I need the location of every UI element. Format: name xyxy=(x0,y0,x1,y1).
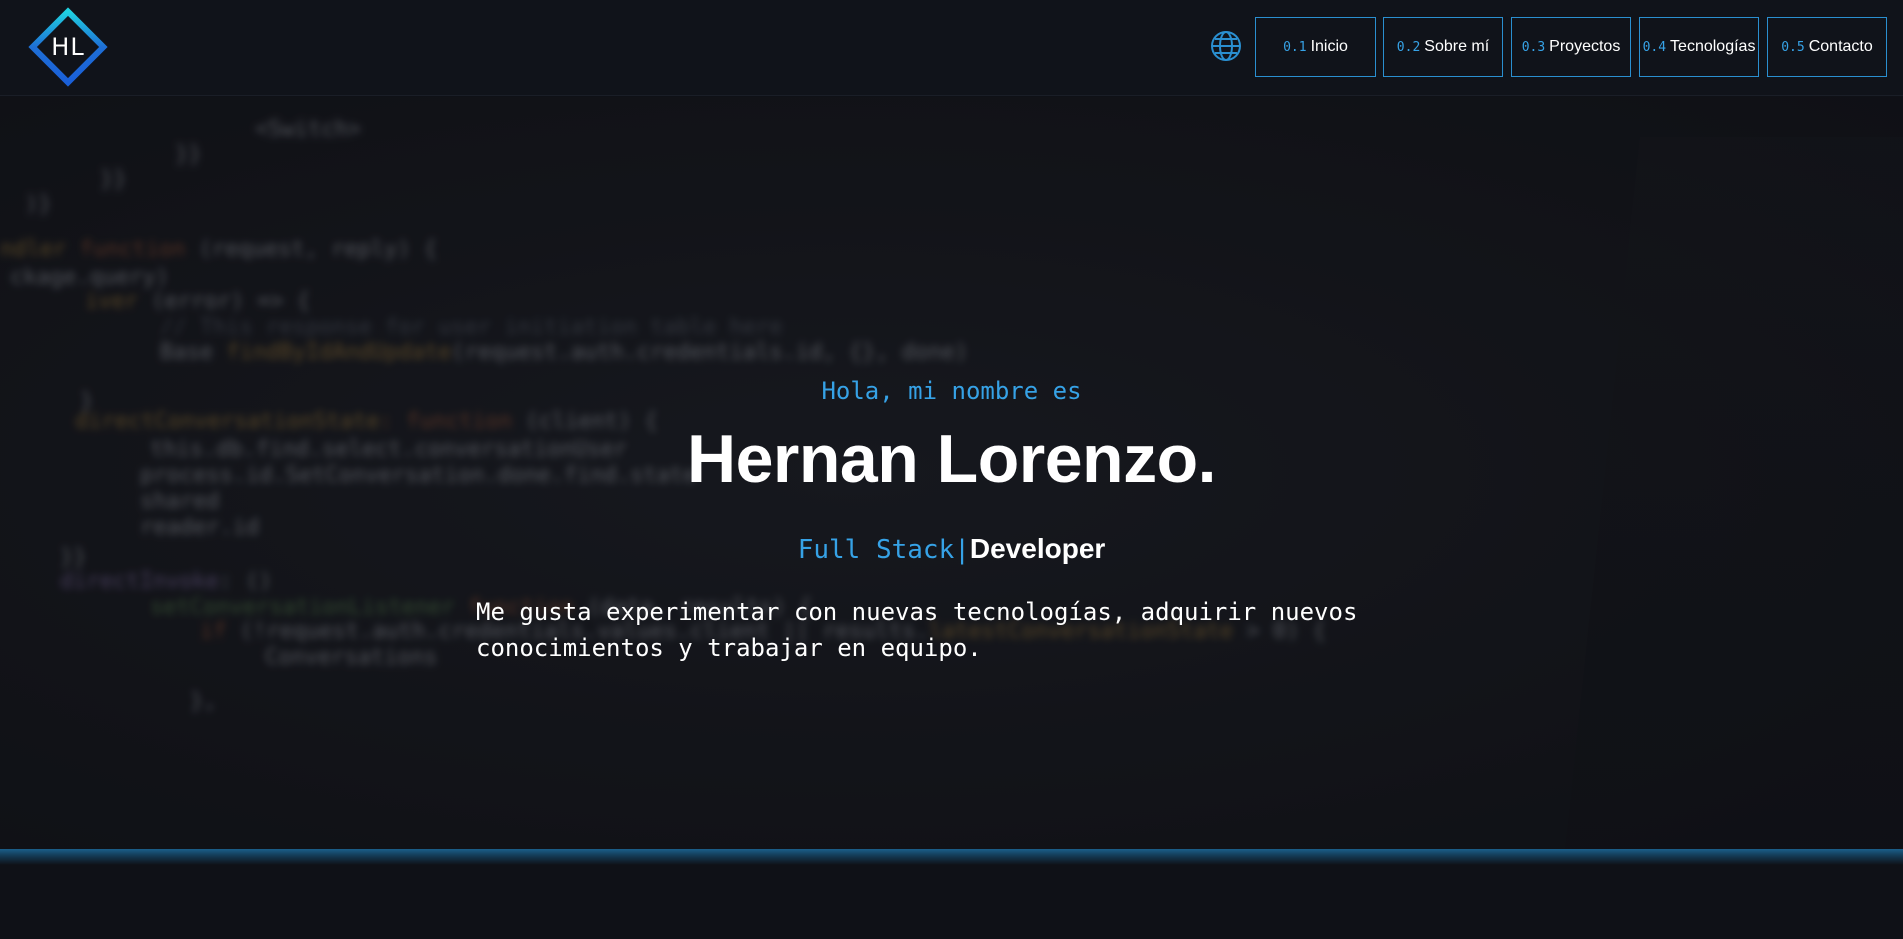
nav-item-number: 0.4 xyxy=(1642,39,1667,55)
bio-line: conocimientos y trabajar en equipo. xyxy=(476,634,982,662)
role-main: Developer xyxy=(969,533,1106,564)
site-header: HL 0.1 Inicio 0.2 Sobre mí 0.3 Proyectos… xyxy=(0,0,1903,96)
nav-item-label: Inicio xyxy=(1310,38,1348,55)
bio-line: Me gusta experimentar con nuevas tecnolo… xyxy=(476,598,1358,626)
logo[interactable]: HL xyxy=(23,2,113,92)
nav-item-number: 0.5 xyxy=(1781,39,1805,55)
hero-name: Hernan Lorenzo. xyxy=(687,421,1217,497)
next-section xyxy=(0,865,1903,939)
nav-item-number: 0.3 xyxy=(1521,39,1546,55)
nav-item-sobre-mi[interactable]: 0.2 Sobre mí xyxy=(1383,17,1503,77)
hero-bio: Me gusta experimentar con nuevas tecnolo… xyxy=(476,594,1436,666)
nav-item-number: 0.2 xyxy=(1396,39,1421,55)
nav-item-number: 0.1 xyxy=(1283,39,1307,55)
page: HL 0.1 Inicio 0.2 Sobre mí 0.3 Proyectos… xyxy=(0,0,1903,939)
hero-greeting: Hola, mi nombre es xyxy=(821,377,1082,405)
nav-item-contacto[interactable]: 0.5 Contacto xyxy=(1767,17,1887,77)
nav-item-label: Sobre mí xyxy=(1424,38,1490,55)
typing-cursor: | xyxy=(954,535,970,565)
nav-item-label: Contacto xyxy=(1808,38,1873,55)
nav-item-label: Tecnologías xyxy=(1670,38,1756,55)
nav-item-tecnologias[interactable]: 0.4 Tecnologías xyxy=(1639,17,1759,77)
role-prefix: Full Stack xyxy=(797,535,955,565)
logo-text: HL xyxy=(51,33,85,61)
nav-item-label: Proyectos xyxy=(1549,38,1621,55)
hero-role: Full Stack|Developer xyxy=(0,533,1903,565)
section-divider-band xyxy=(0,849,1903,865)
nav-item-proyectos[interactable]: 0.3 Proyectos xyxy=(1511,17,1631,77)
globe-icon[interactable] xyxy=(1210,30,1242,62)
nav-item-inicio[interactable]: 0.1 Inicio xyxy=(1255,17,1376,77)
